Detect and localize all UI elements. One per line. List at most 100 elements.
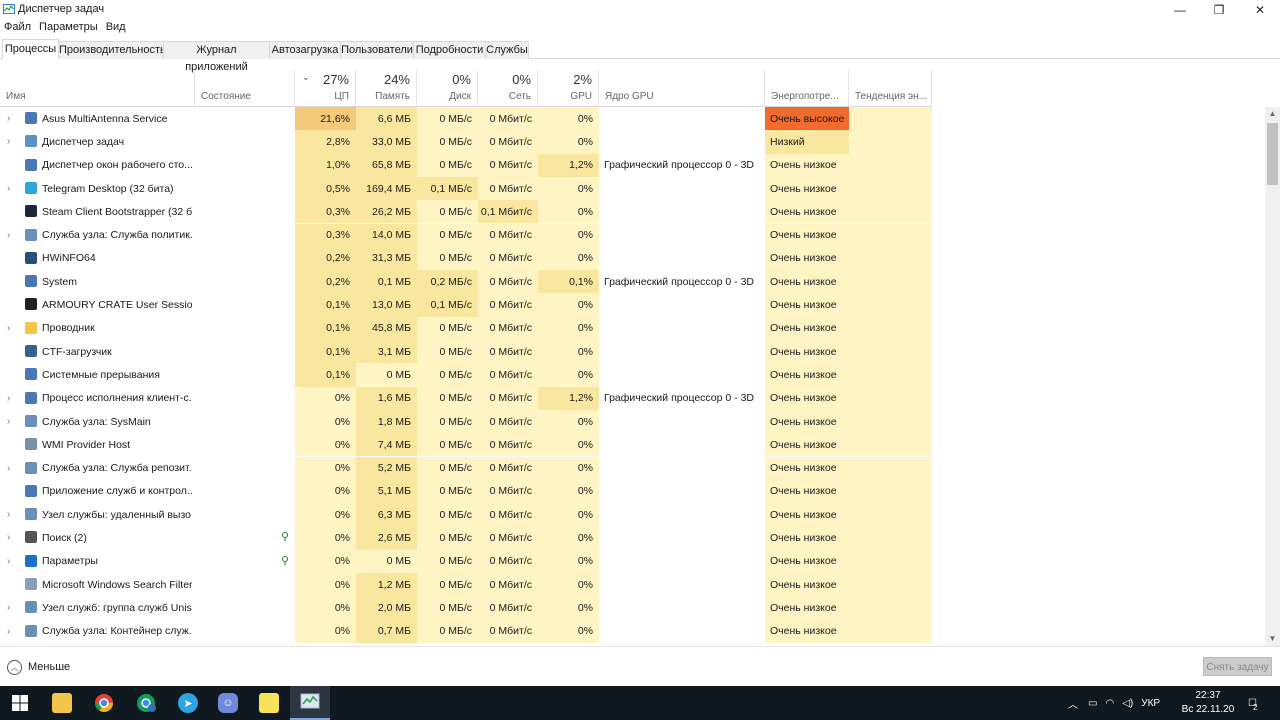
wifi-icon[interactable]: ◠ [1105,698,1114,709]
column-header-power-trend[interactable]: Тенденция эн... [849,70,932,107]
table-row[interactable]: › Узел службы: удаленный вызо... 0% 6,3 МБ 0… [0,503,1265,527]
column-header-memory[interactable]: 24% Память [356,70,417,107]
taskbar-task-manager[interactable] [290,686,330,720]
taskbar-discord[interactable]: ☺ [208,686,248,720]
expand-chevron-icon[interactable]: › [7,509,10,520]
tab-details[interactable]: Подробности [413,41,486,59]
table-row[interactable]: › Служба узла: SysMain 0% 1,8 МБ 0 МБ/с 0 Мби… [0,409,1265,434]
expand-chevron-icon[interactable]: › [7,556,10,567]
menu-file[interactable]: Файл [0,20,35,36]
expand-chevron-icon[interactable]: › [7,323,10,334]
table-row[interactable]: › Telegram Desktop (32 бита) 0,5% 169,4 МБ 0… [0,176,1265,201]
taskbar-chrome[interactable] [84,686,124,720]
cell-mem: 0,1 МБ [356,270,417,294]
table-row[interactable]: › Проводник 0,1% 45,8 МБ 0 МБ/с 0 Мбит/с 0% Оче… [0,316,1265,340]
table-row[interactable]: Steam Client Bootstrapper (32 б... 0,3% 26… [0,200,1265,224]
table-row[interactable]: CTF-загрузчик 0,1% 3,1 МБ 0 МБ/с 0 Мбит/с 0% О… [0,340,1265,364]
table-row[interactable]: ARMOURY CRATE User Session ... 0,1%13,0 М… [0,293,1265,317]
cell-power-trend [849,573,932,597]
table-row[interactable]: › Параметры ⚲ 0% 0 МБ 0 МБ/с 0 Мбит/с 0% Очень н… [0,549,1265,573]
tab-services[interactable]: Службы [485,41,529,59]
tab-performance[interactable]: Производительность [58,41,166,59]
cell-power-trend [849,176,932,201]
expand-chevron-icon[interactable]: › [7,183,10,194]
cell-gpu: 0,1% [538,270,599,294]
expand-chevron-icon[interactable]: › [7,626,10,637]
cell-disk: 0 МБ/с [417,433,478,457]
expand-chevron-icon[interactable]: › [7,136,10,147]
menu-options[interactable]: Параметры [35,20,102,36]
clock[interactable]: 22:37 Вс 22.11.20 [1178,689,1238,717]
expand-chevron-icon[interactable]: › [7,532,10,543]
tab-processes[interactable]: Процессы [2,39,59,59]
taskbar-chrome-profile[interactable] [126,686,166,720]
cell-gpu: 0% [538,340,599,364]
expand-chevron-icon[interactable]: › [7,393,10,404]
expand-chevron-icon[interactable]: › [7,113,10,124]
taskbar-file-explorer[interactable] [42,686,82,720]
language-indicator[interactable]: УКР [1141,698,1160,709]
cell-power: Очень высокое [765,107,849,131]
chevron-up-icon[interactable]: ︿ [1068,696,1078,711]
table-row[interactable]: HWiNFO64 0,2% 31,3 МБ 0 МБ/с 0 Мбит/с 0% Очень… [0,246,1265,271]
volume-icon[interactable]: ◁) [1122,698,1133,709]
vertical-scrollbar[interactable]: ▲ ▼ [1265,107,1280,646]
column-header-name[interactable]: Имя [0,70,195,107]
column-header-cpu[interactable]: ⌄ 27% ЦП [295,70,356,107]
cell-net: 0 Мбит/с [478,619,538,643]
table-row[interactable]: › Служба узла: Служба политик... 0,3% 14,0 … [0,223,1265,247]
tab-users[interactable]: Пользователи [340,41,414,59]
table-row[interactable]: › Диспетчер задач 2,8% 33,0 МБ 0 МБ/с 0 Мбит/… [0,130,1265,154]
column-header-gpu[interactable]: 2% GPU [538,70,599,107]
start-button[interactable] [0,686,40,720]
expand-chevron-icon[interactable]: › [7,602,10,613]
table-row[interactable]: › Поиск (2) ⚲ 0% 2,6 МБ 0 МБ/с 0 Мбит/с 0% Очень… [0,526,1265,550]
column-header-disk[interactable]: 0% Диск [417,70,478,107]
table-row[interactable]: › Asus MultiAntenna Service 21,6% 6,6 МБ 0 М… [0,107,1265,131]
table-row[interactable]: › Служба узла: Служба репозит... 0% 5,2 МБ 0… [0,456,1265,480]
table-row[interactable]: › Служба узла: Контейнер служ... 0% 0,7 МБ 0… [0,619,1265,643]
table-row[interactable]: System 0,2% 0,1 МБ 0,2 МБ/с 0 Мбит/с 0,1% Граф… [0,270,1265,294]
cell-gpu: 0% [538,549,599,573]
table-row[interactable]: Диспетчер окон рабочего сто... 1,0% 65,8 М… [0,153,1265,177]
tab-startup[interactable]: Автозагрузка [269,41,341,59]
column-header-status[interactable]: Состояние [195,70,295,107]
cell-net: 0 Мбит/с [478,107,538,131]
notification-center-button[interactable]: ☐ 2 [1248,686,1257,720]
cell-power: Очень низкое [765,456,849,480]
process-name: Telegram Desktop (32 бита) [42,182,174,195]
minimize-button[interactable]: — [1160,0,1200,20]
taskbar-sticky-notes[interactable] [249,686,289,720]
column-cpu-label: ЦП [334,91,349,102]
chevron-up-circle-icon[interactable]: ︿ [7,660,22,675]
table-row[interactable]: Системные прерывания 0,1% 0 МБ 0 МБ/с 0 Мбит… [0,363,1265,387]
expand-chevron-icon[interactable]: › [7,463,10,474]
process-name: Microsoft Windows Search Filter... [42,578,192,591]
cpu-total-percent: 27% [322,72,349,87]
cell-power: Очень низкое [765,200,849,224]
close-button[interactable]: ✕ [1240,0,1280,20]
battery-icon[interactable]: ▭ [1088,698,1097,709]
table-row[interactable]: WMI Provider Host 0% 7,4 МБ 0 МБ/с 0 Мбит/с 0… [0,433,1265,457]
scroll-thumb[interactable] [1267,123,1278,185]
cell-net: 0 Мбит/с [478,316,538,340]
column-header-power-usage[interactable]: Энергопотре... [765,70,849,107]
end-task-button[interactable]: Снять задачу [1203,657,1272,676]
expand-chevron-icon[interactable]: › [7,416,10,427]
scroll-up-arrow-icon[interactable]: ▲ [1265,107,1280,121]
restore-button[interactable]: ❐ [1199,0,1239,20]
table-row[interactable]: › Узел служб: группа служб Unis... 0% 2,0 М… [0,596,1265,620]
fewer-details-link[interactable]: Меньше [28,661,70,673]
scroll-down-arrow-icon[interactable]: ▼ [1265,632,1280,646]
table-row[interactable]: Microsoft Windows Search Filter... 0% 1,2 … [0,573,1265,597]
cell-net: 0 Мбит/с [478,386,538,410]
tab-app-history[interactable]: Журнал приложений [163,41,270,73]
column-header-gpu-engine[interactable]: Ядро GPU [599,70,765,107]
column-header-network[interactable]: 0% Сеть [478,70,538,107]
cell-cpu: 0,1% [295,340,356,364]
expand-chevron-icon[interactable]: › [7,230,10,241]
taskbar-telegram[interactable]: ➤ [168,686,208,720]
table-row[interactable]: › Процесс исполнения клиент-с... 0% 1,6 МБ 0… [0,386,1265,410]
menu-view[interactable]: Вид [102,20,130,36]
table-row[interactable]: Приложение служб и контрол... 0% 5,1 МБ 0 М… [0,479,1265,504]
